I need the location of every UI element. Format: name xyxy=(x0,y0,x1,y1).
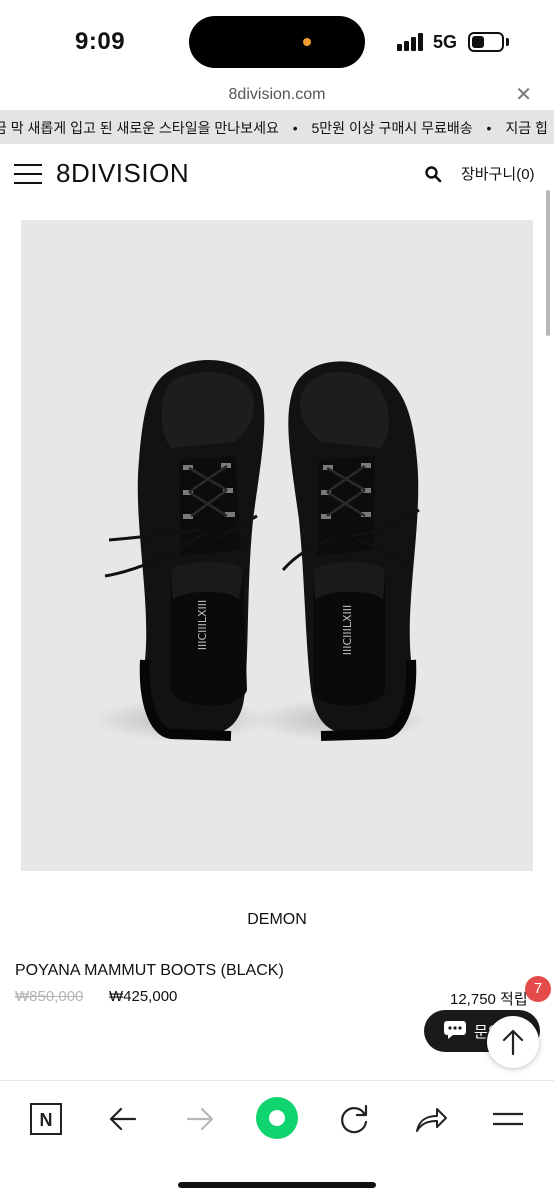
reward-points: 12,750 적립 xyxy=(450,991,528,1008)
product-image[interactable]: IIICIIILXIII IIICIIILXIII xyxy=(21,220,533,871)
url-text[interactable]: 8division.com xyxy=(0,86,554,104)
close-icon[interactable]: ✕ xyxy=(515,82,532,107)
battery-icon xyxy=(468,32,504,52)
price-original: ₩850,000 xyxy=(15,988,84,1005)
announcement-separator: • xyxy=(486,120,492,136)
scroll-to-top-button[interactable] xyxy=(487,1016,539,1068)
announcement-bar: 금 막 새롭게 입고 된 새로운 스타일을 만나보세요 • 5만원 이상 구매시… xyxy=(0,110,554,144)
site-header: 8DIVISION 장바구니(0) xyxy=(0,144,554,204)
insole-logo: IIICIIILXIII xyxy=(196,600,209,651)
product-brand[interactable]: DEMON xyxy=(0,911,554,929)
notification-badge: 7 xyxy=(525,976,551,1002)
status-bar: 9:09 5G xyxy=(0,0,554,80)
product-name[interactable]: POYANA MAMMUT BOOTS (BLACK) xyxy=(15,962,284,980)
network-label: 5G xyxy=(433,32,458,52)
home-indicator[interactable] xyxy=(178,1182,376,1188)
insole-logo: IIICIIILXIII xyxy=(341,605,354,656)
naver-letter: N xyxy=(40,1110,53,1130)
hamburger-icon[interactable] xyxy=(14,164,42,184)
announcement-item: 5만원 이상 구매시 무료배송 xyxy=(311,120,473,136)
announcement-track: 금 막 새롭게 입고 된 새로운 스타일을 만나보세요 • 5만원 이상 구매시… xyxy=(0,118,548,138)
announcement-item: 금 막 새롭게 입고 된 새로운 스타일을 만나보세요 xyxy=(0,120,279,136)
forward-arrow-icon[interactable] xyxy=(180,1099,220,1139)
signal-bars-icon xyxy=(397,33,425,51)
boots-photo: IIICIIILXIII IIICIIILXIII xyxy=(91,359,431,742)
url-bar[interactable]: 8division.com ✕ xyxy=(0,80,554,110)
right-boot: IIICIIILXIII xyxy=(281,361,420,741)
site-logo[interactable]: 8DIVISION xyxy=(56,158,189,189)
refresh-icon[interactable] xyxy=(334,1099,374,1139)
price-sale: ₩425,000 xyxy=(109,988,178,1005)
search-icon[interactable] xyxy=(424,165,442,183)
arrow-up-icon xyxy=(502,1029,524,1056)
share-icon[interactable] xyxy=(411,1099,451,1139)
back-arrow-icon[interactable] xyxy=(103,1099,143,1139)
announcement-separator: • xyxy=(292,120,298,136)
status-time: 9:09 xyxy=(75,28,126,55)
menu-icon[interactable] xyxy=(488,1099,528,1139)
recording-dot-icon xyxy=(303,38,311,46)
left-boot: IIICIIILXIII xyxy=(104,359,265,741)
chat-bubble-icon xyxy=(444,1021,466,1039)
dynamic-island xyxy=(189,16,365,68)
scroll-indicator[interactable] xyxy=(546,190,550,336)
cart-link[interactable]: 장바구니(0) xyxy=(461,163,535,184)
green-dot-icon[interactable] xyxy=(254,1095,300,1141)
naver-home-icon[interactable]: N xyxy=(26,1099,66,1139)
announcement-item: 지금 힙 xyxy=(505,120,548,136)
